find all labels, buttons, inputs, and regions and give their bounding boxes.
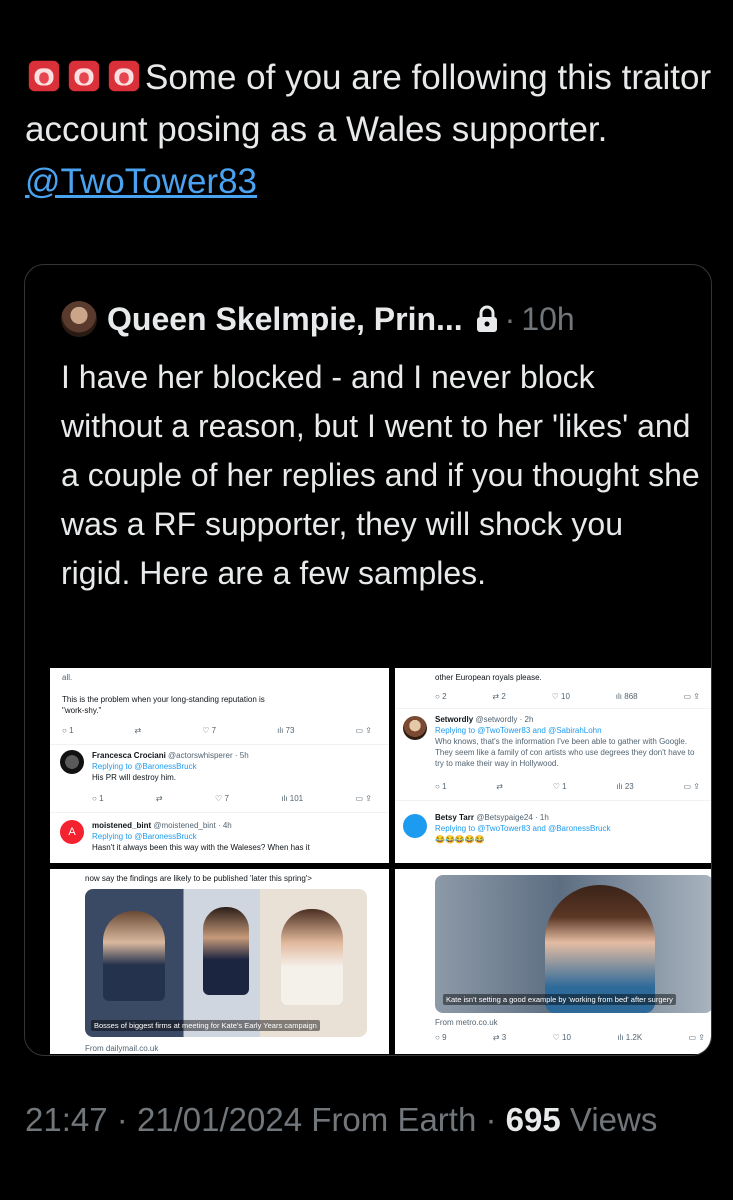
like-icon: ♡ 10 [552,1033,571,1042]
quote-tweet-card[interactable]: Queen Skelmpie, Prin... · 10h I have her… [24,264,712,1056]
action-row: ○ 9 ⇄ 3 ♡ 10 ılı 1.2K ▭ ⇪ [435,1033,705,1042]
person-silhouette [203,907,249,995]
action-row: ○ 1 ⇄ ♡ 7 ılı 73 ▭ ⇪ [62,726,372,735]
siren-icon [28,60,60,92]
person-silhouette [103,911,165,1001]
views-icon: ılı 868 [615,692,638,701]
tweet-time[interactable]: 21:47 [25,1101,108,1138]
avatar: A [60,820,84,844]
image-collage[interactable]: all. This is the problem when your long-… [50,668,711,1054]
image-caption: Kate isn't setting a good example by 'wo… [443,994,676,1005]
reply-header: moistened_bint @moistened_bint · 4h [92,821,232,830]
replying-to: Replying to @TwoTower83 and @SabirahLohn [435,726,602,735]
avatar[interactable] [61,301,97,337]
reply-text: 😂😂😂😂😂 [435,835,485,844]
image-caption: Bosses of biggest firms at meeting for K… [91,1020,320,1031]
divider [395,800,711,801]
replying-to: Replying to @TwoTower83 and @BaronessBru… [435,824,611,833]
like-icon: ♡ 10 [551,692,570,701]
retweet-icon: ⇄ 3 [492,1033,507,1042]
separator-dot: · [504,300,516,337]
bookmark-icon: ▭ ⇪ [688,1033,705,1042]
avatar [403,716,427,740]
action-row: ○ 2 ⇄ 2 ♡ 10 ılı 868 ▭ ⇪ [435,692,700,701]
lock-icon [476,305,497,332]
divider [50,744,389,745]
collage-image-top-left[interactable]: all. This is the problem when your long-… [50,668,389,863]
collage-image-bottom-right[interactable]: Kate isn't setting a good example by 'wo… [395,869,711,1054]
bookmark-icon: ▭ ⇪ [683,782,700,791]
mention-link[interactable]: @TwoTower83 [25,162,257,201]
retweet-icon: ⇄ [134,726,142,735]
reply-icon: ○ 1 [435,782,447,791]
views-count[interactable]: 695 [506,1101,561,1138]
views-icon: ılı 73 [277,726,295,735]
tweet-text: Some of you are following this traitor a… [25,52,715,208]
link-source[interactable]: From dailymail.co.uk [85,1043,158,1054]
reply-icon: ○ 1 [92,794,104,803]
like-icon: ♡ 1 [552,782,567,791]
views-icon: ılı 101 [281,794,304,803]
panel-text: This is the problem when your long-stand… [62,695,265,704]
retweet-icon: ⇄ 2 [492,692,506,701]
views-icon: ılı 1.2K [617,1033,643,1042]
action-row: ○ 1 ⇄ ♡ 1 ılı 23 ▭ ⇪ [435,782,700,791]
retweet-icon: ⇄ [155,794,163,803]
collage-image-top-right[interactable]: other European royals please. ○ 2 ⇄ 2 ♡ … [395,668,711,863]
bookmark-icon: ▭ ⇪ [355,794,372,803]
like-icon: ♡ 7 [215,794,229,803]
reply-icon: ○ 9 [435,1033,447,1042]
person-silhouette [281,909,343,1005]
news-photo[interactable]: Bosses of biggest firms at meeting for K… [85,889,367,1037]
tweet-source: From Earth [311,1101,477,1138]
like-icon: ♡ 7 [202,726,217,735]
tweet-date[interactable]: 21/01/2024 [137,1101,302,1138]
bookmark-icon: ▭ ⇪ [355,726,372,735]
reply-icon: ○ 2 [435,692,447,701]
link-source[interactable]: From metro.co.uk [435,1017,498,1028]
divider [395,708,711,709]
replying-to: Replying to @BaronessBruck [92,832,197,841]
quote-header: Queen Skelmpie, Prin... · 10h [61,297,575,341]
panel-text: other European royals please. [435,673,542,682]
reply-header: Betsy Tarr @Betsypaige24 · 1h [435,813,549,822]
reply-header: Setwordly @setwordly · 2h [435,715,534,724]
avatar [60,750,84,774]
quote-timestamp[interactable]: 10h [521,301,574,338]
separator-dot: · [116,1101,128,1138]
tweet-metadata: 21:47 · 21/01/2024 From Earth · 695 View… [25,1098,705,1142]
quote-body: I have her blocked - and I never block w… [61,359,700,591]
news-photo[interactable]: Kate isn't setting a good example by 'wo… [435,875,711,1013]
panel-text: "work-shy." [62,706,102,715]
avatar [403,814,427,838]
reply-text: Hasn't it always been this way with the … [92,843,310,852]
siren-icon [68,60,100,92]
retweet-icon: ⇄ [496,782,503,791]
reply-text: His PR will destroy him. [92,773,177,782]
siren-icon [108,60,140,92]
action-row: ○ 1 ⇄ ♡ 7 ılı 101 ▭ ⇪ [92,794,372,803]
reply-text: Who knows, that's the information I've b… [435,737,695,768]
views-icon: ılı 23 [616,782,634,791]
panel-text: now say the findings are likely to be pu… [85,874,312,883]
separator-dot: · [485,1101,497,1138]
divider [50,812,389,813]
collage-image-bottom-left[interactable]: now say the findings are likely to be pu… [50,869,389,1054]
bookmark-icon: ▭ ⇪ [683,692,700,701]
panel-text: all. [62,673,73,682]
views-label[interactable]: Views [570,1101,657,1138]
quote-author-name[interactable]: Queen Skelmpie, Prin... [107,301,463,338]
reply-icon: ○ 1 [62,726,74,735]
reply-header: Francesca Crociani @actorswhisperer · 5h [92,751,249,760]
replying-to: Replying to @BaronessBruck [92,762,197,771]
